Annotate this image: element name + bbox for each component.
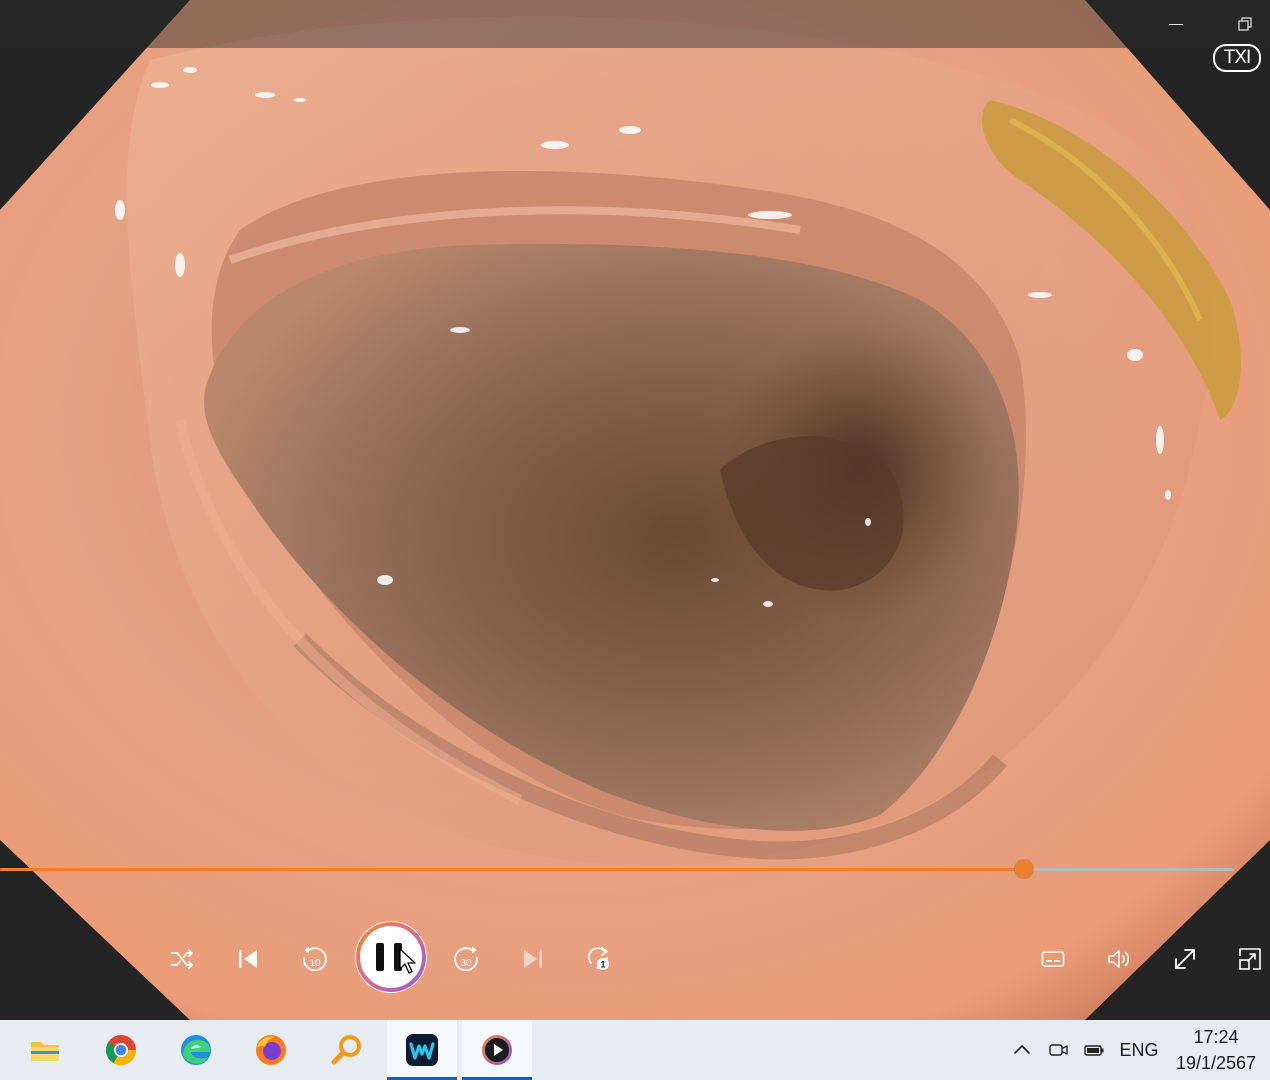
volume-icon — [1108, 950, 1130, 968]
clock-date: 19/1/2567 — [1175, 1053, 1257, 1073]
chevron-up-icon — [1014, 1045, 1030, 1054]
mini-view-icon — [1239, 948, 1261, 970]
taskbar-search-app[interactable] — [312, 1020, 382, 1080]
video-surface[interactable] — [0, 0, 1270, 1020]
endoscopy-frame — [0, 0, 1270, 1020]
skip-back-seconds: 10 — [309, 958, 321, 969]
taskbar-clock[interactable]: 17:24 19/1/2567 — [1164, 1024, 1268, 1076]
next-button[interactable] — [509, 935, 557, 983]
taskbar-firefox[interactable] — [236, 1020, 306, 1080]
file-explorer-icon — [31, 1042, 59, 1061]
skip-forward-button[interactable]: 30 — [443, 935, 491, 983]
mini-view-button[interactable] — [1226, 935, 1270, 983]
repeat-one-icon: 1 — [588, 947, 609, 970]
taskbar-edge[interactable] — [161, 1020, 231, 1080]
skip-forward-seconds: 30 — [460, 958, 472, 969]
skip-forward-30-icon: 30 — [454, 946, 478, 972]
captions-icon — [1041, 951, 1065, 967]
volume-button[interactable] — [1095, 935, 1143, 983]
camera-in-use-icon — [1049, 1044, 1068, 1056]
media-player-icon — [482, 1035, 512, 1065]
taskbar-webex[interactable] — [387, 1020, 457, 1080]
window-title-bar — [0, 0, 1270, 48]
taskbar-chrome[interactable] — [86, 1020, 156, 1080]
skip-back-button[interactable]: 10 — [290, 935, 338, 983]
repeat-count: 1 — [600, 960, 605, 970]
taskbar: ENG 17:24 19/1/2567 — [0, 1020, 1270, 1080]
tray-battery-button[interactable] — [1079, 1020, 1109, 1080]
skip-back-10-icon: 10 — [303, 946, 327, 972]
seek-progress — [0, 868, 1025, 871]
fullscreen-button[interactable] — [1161, 935, 1209, 983]
minimize-button[interactable] — [1152, 0, 1200, 48]
repeat-button[interactable]: 1 — [575, 935, 623, 983]
tray-show-hidden-button[interactable] — [1008, 1020, 1036, 1080]
fullscreen-icon — [1175, 949, 1195, 969]
mouse-cursor — [399, 948, 416, 974]
chrome-icon — [105, 1035, 136, 1066]
tray-camera-button[interactable] — [1044, 1020, 1072, 1080]
taskbar-file-explorer[interactable] — [10, 1020, 80, 1080]
restore-icon — [1238, 17, 1252, 31]
captions-button[interactable] — [1029, 935, 1077, 983]
video-overlay-mark: TXI — [1213, 44, 1261, 72]
restore-button[interactable] — [1221, 0, 1269, 48]
search-magnifier-app-icon — [331, 1035, 361, 1065]
edge-icon — [181, 1035, 211, 1065]
tray-language-button[interactable]: ENG — [1117, 1020, 1161, 1080]
battery-icon — [1084, 1045, 1104, 1056]
next-track-icon — [524, 950, 542, 968]
shuffle-icon — [171, 949, 193, 969]
minimize-icon — [1169, 23, 1183, 25]
clock-time: 17:24 — [1193, 1027, 1239, 1047]
seek-bar[interactable] — [0, 860, 1234, 878]
taskbar-media-player[interactable] — [462, 1020, 532, 1080]
previous-track-icon — [239, 950, 257, 968]
firefox-icon — [256, 1035, 286, 1065]
shuffle-button[interactable] — [158, 935, 206, 983]
previous-button[interactable] — [224, 935, 272, 983]
webex-icon — [406, 1034, 438, 1066]
